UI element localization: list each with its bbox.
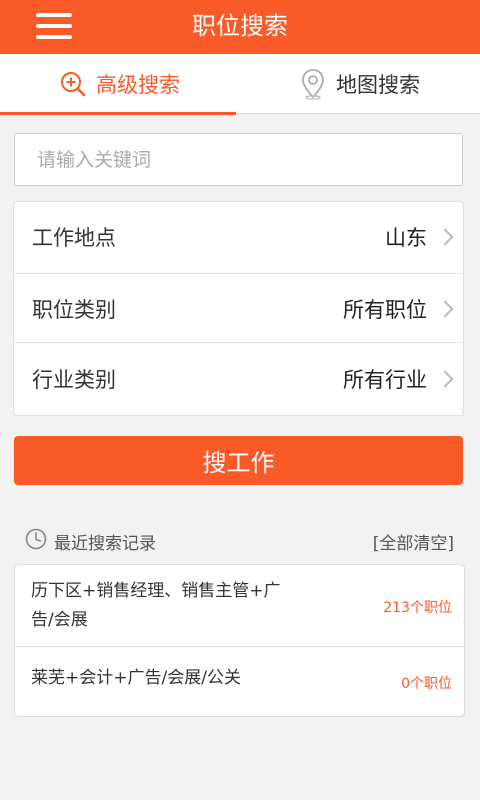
tab-advanced-label: 高级搜索 bbox=[96, 73, 180, 97]
filter-row-job-category[interactable]: 职位类别 所有职位 bbox=[14, 273, 463, 343]
history-list: 历下区+销售经理、销售主管+广告/会展 213个职位 莱芜+会计+广告/会展/公… bbox=[14, 564, 465, 717]
filter-row-industry[interactable]: 行业类别 所有行业 bbox=[14, 342, 463, 415]
search-plus-icon bbox=[61, 72, 86, 97]
history-header: 最近搜索记录 [全部清空] bbox=[0, 525, 480, 555]
history-query: 历下区+销售经理、销售主管+广告/会展 bbox=[31, 581, 281, 630]
filter-value: 山东 bbox=[385, 226, 427, 250]
tab-advanced-search[interactable]: 高级搜索 bbox=[0, 54, 240, 115]
history-count: 213个职位 bbox=[383, 600, 452, 616]
page-title: 职位搜索 bbox=[192, 12, 288, 40]
clock-icon bbox=[25, 528, 47, 550]
chevron-right-icon bbox=[436, 370, 454, 388]
filter-panel: 工作地点 山东 职位类别 所有职位 行业类别 所有行业 bbox=[13, 201, 464, 416]
tab-map-search[interactable]: 地图搜索 bbox=[240, 54, 480, 114]
chevron-right-icon bbox=[436, 300, 454, 317]
search-jobs-button[interactable]: 搜工作 bbox=[14, 436, 463, 485]
map-pin-icon bbox=[302, 69, 324, 100]
history-item[interactable]: 历下区+销售经理、销售主管+广告/会展 213个职位 bbox=[15, 565, 464, 646]
filter-value: 所有行业 bbox=[343, 368, 427, 392]
history-item[interactable]: 莱芜+会计+广告/会展/公关 0个职位 bbox=[15, 646, 464, 716]
search-tabs: 高级搜索 地图搜索 bbox=[0, 54, 480, 115]
filter-label: 行业类别 bbox=[32, 368, 116, 392]
app-header: 职位搜索 bbox=[0, 0, 480, 54]
filter-label: 工作地点 bbox=[32, 226, 116, 250]
keyword-input[interactable] bbox=[14, 133, 463, 186]
clear-history-link[interactable]: [全部清空] bbox=[373, 529, 454, 554]
chevron-right-icon bbox=[436, 228, 454, 246]
tab-map-label: 地图搜索 bbox=[336, 73, 420, 97]
history-count: 0个职位 bbox=[401, 676, 452, 692]
history-title: 最近搜索记录 bbox=[54, 534, 156, 554]
filter-value: 所有职位 bbox=[343, 297, 427, 322]
history-query: 莱芜+会计+广告/会展/公关 bbox=[31, 668, 241, 688]
filter-row-location[interactable]: 工作地点 山东 bbox=[14, 202, 463, 272]
filter-label: 职位类别 bbox=[32, 297, 116, 322]
